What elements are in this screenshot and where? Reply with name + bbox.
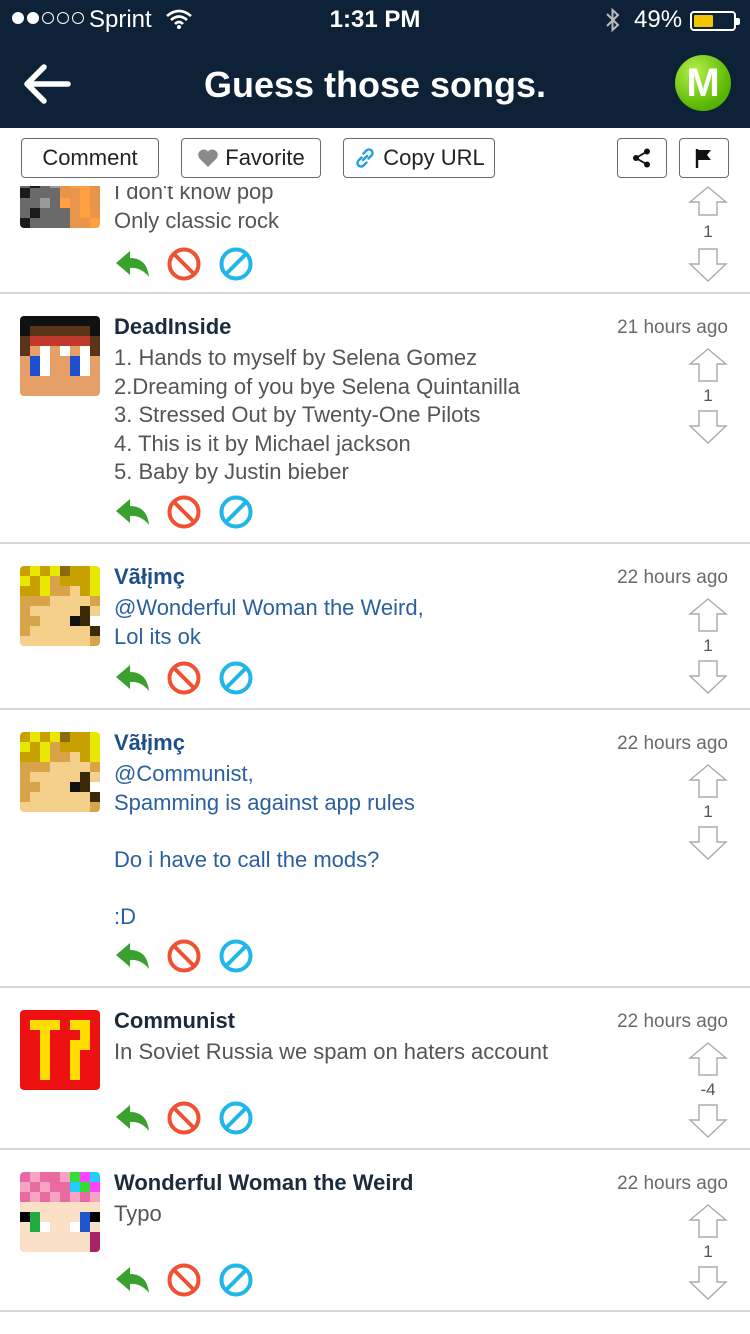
hide-icon[interactable] xyxy=(218,246,254,282)
vote-control: 1 xyxy=(688,764,728,860)
reply-icon[interactable] xyxy=(114,246,150,282)
comment-body: I don't know pop Only classic rock xyxy=(114,186,280,233)
vote-score: -4 xyxy=(700,1080,716,1099)
top-header: Sprint 1:31 PM 49% Guess those songs. M xyxy=(0,0,750,128)
block-icon[interactable] xyxy=(166,1262,202,1298)
downvote-icon[interactable] xyxy=(688,1104,728,1138)
comments-list: I don't know pop Only classic rock 1 Dea… xyxy=(0,186,750,1334)
reply-icon[interactable] xyxy=(114,660,150,696)
vote-control: -4 xyxy=(688,1042,728,1138)
comment-timestamp: 22 hours ago xyxy=(617,1173,728,1194)
upvote-icon[interactable] xyxy=(688,186,728,216)
flag-button[interactable] xyxy=(679,138,729,178)
vote-control: 1 xyxy=(688,598,728,694)
upvote-icon[interactable] xyxy=(688,1204,728,1238)
hide-icon[interactable] xyxy=(218,1262,254,1298)
share-button[interactable] xyxy=(617,138,667,178)
comment-body: @Communist, Spamming is against app rule… xyxy=(114,761,415,929)
reply-icon[interactable] xyxy=(114,494,150,530)
upvote-icon[interactable] xyxy=(688,1042,728,1076)
comment-item: Vãłįmç 22 hours ago @Wonderful Woman the… xyxy=(0,544,750,710)
comment-item: DeadInside 21 hours ago 1. Hands to myse… xyxy=(0,294,750,544)
comment-item: Wonderful Woman the Weird 22 hours ago T… xyxy=(0,1150,750,1312)
block-icon[interactable] xyxy=(166,1100,202,1136)
comment-timestamp: 22 hours ago xyxy=(617,1011,728,1032)
vote-score: 1 xyxy=(703,1242,713,1261)
downvote-icon[interactable] xyxy=(688,1266,728,1300)
comment-button[interactable]: Comment xyxy=(21,138,159,178)
vote-score: 1 xyxy=(703,636,713,655)
favorite-button[interactable]: Favorite xyxy=(181,138,321,178)
avatar[interactable] xyxy=(20,1172,100,1252)
downvote-icon[interactable] xyxy=(688,410,728,444)
favorite-button-label: Favorite xyxy=(225,145,305,170)
block-icon[interactable] xyxy=(166,246,202,282)
avatar[interactable] xyxy=(20,732,100,812)
avatar[interactable] xyxy=(20,1010,100,1090)
battery-percent: 49% xyxy=(634,6,683,33)
comment-item: Communist 22 hours ago In Soviet Russia … xyxy=(0,988,750,1150)
reply-icon[interactable] xyxy=(114,938,150,974)
upvote-icon[interactable] xyxy=(688,348,728,382)
comment-body: 1. Hands to myself by Selena Gomez 2.Dre… xyxy=(114,345,521,484)
copy-url-button-label: Copy URL xyxy=(383,145,485,170)
comment-timestamp: 21 hours ago xyxy=(617,317,728,338)
comment-timestamp: 22 hours ago xyxy=(617,567,728,588)
comment-button-label: Comment xyxy=(42,145,138,170)
page-title: Guess those songs. xyxy=(203,64,547,105)
downvote-icon[interactable] xyxy=(688,660,728,694)
brand-logo[interactable]: M xyxy=(675,55,731,111)
avatar[interactable] xyxy=(20,566,100,646)
vote-control: 1 xyxy=(688,348,728,444)
vote-control: 1 xyxy=(688,1204,728,1300)
block-icon[interactable] xyxy=(166,494,202,530)
copy-url-button[interactable]: Copy URL xyxy=(343,138,495,178)
comment-item: Vãłįmç 22 hours ago @Communist, Spamming… xyxy=(0,710,750,988)
hide-icon[interactable] xyxy=(218,660,254,696)
reply-icon[interactable] xyxy=(114,1100,150,1136)
comment-item: I don't know pop Only classic rock 1 xyxy=(0,186,750,294)
share-icon xyxy=(633,148,650,168)
link-icon xyxy=(356,148,374,168)
upvote-icon[interactable] xyxy=(688,598,728,632)
comment-author[interactable]: DeadInside xyxy=(114,314,231,340)
avatar[interactable] xyxy=(20,316,100,396)
reply-icon[interactable] xyxy=(114,1262,150,1298)
bluetooth-icon xyxy=(606,7,620,33)
hide-icon[interactable] xyxy=(218,494,254,530)
comment-timestamp: 22 hours ago xyxy=(617,733,728,754)
comment-body: @Wonderful Woman the Weird, Lol its ok xyxy=(114,595,424,649)
vote-score: 1 xyxy=(703,222,713,241)
downvote-icon[interactable] xyxy=(688,248,728,282)
flag-icon xyxy=(695,149,711,168)
comment-body: Typo xyxy=(114,1201,162,1226)
status-bar: Sprint 1:31 PM 49% xyxy=(0,0,750,40)
vote-score: 1 xyxy=(703,386,713,405)
battery-icon xyxy=(690,11,740,31)
block-icon[interactable] xyxy=(166,660,202,696)
heart-icon xyxy=(198,149,219,167)
comment-author[interactable]: Communist xyxy=(114,1008,235,1034)
hide-icon[interactable] xyxy=(218,938,254,974)
comment-author[interactable]: Vãłįmç xyxy=(114,730,185,756)
battery-fill xyxy=(694,15,713,27)
hide-icon[interactable] xyxy=(218,1100,254,1136)
downvote-icon[interactable] xyxy=(688,826,728,860)
vote-score: 1 xyxy=(703,802,713,821)
post-action-bar: Comment Favorite Copy URL xyxy=(0,128,750,186)
vote-control: 1 xyxy=(688,186,728,282)
comment-author[interactable]: Vãłįmç xyxy=(114,564,185,590)
comment-author[interactable]: Wonderful Woman the Weird xyxy=(114,1170,413,1196)
avatar[interactable] xyxy=(20,186,100,228)
comment-body: In Soviet Russia we spam on haters accou… xyxy=(114,1039,549,1064)
upvote-icon[interactable] xyxy=(688,764,728,798)
block-icon[interactable] xyxy=(166,938,202,974)
navigation-bar: Guess those songs. M xyxy=(0,40,750,128)
